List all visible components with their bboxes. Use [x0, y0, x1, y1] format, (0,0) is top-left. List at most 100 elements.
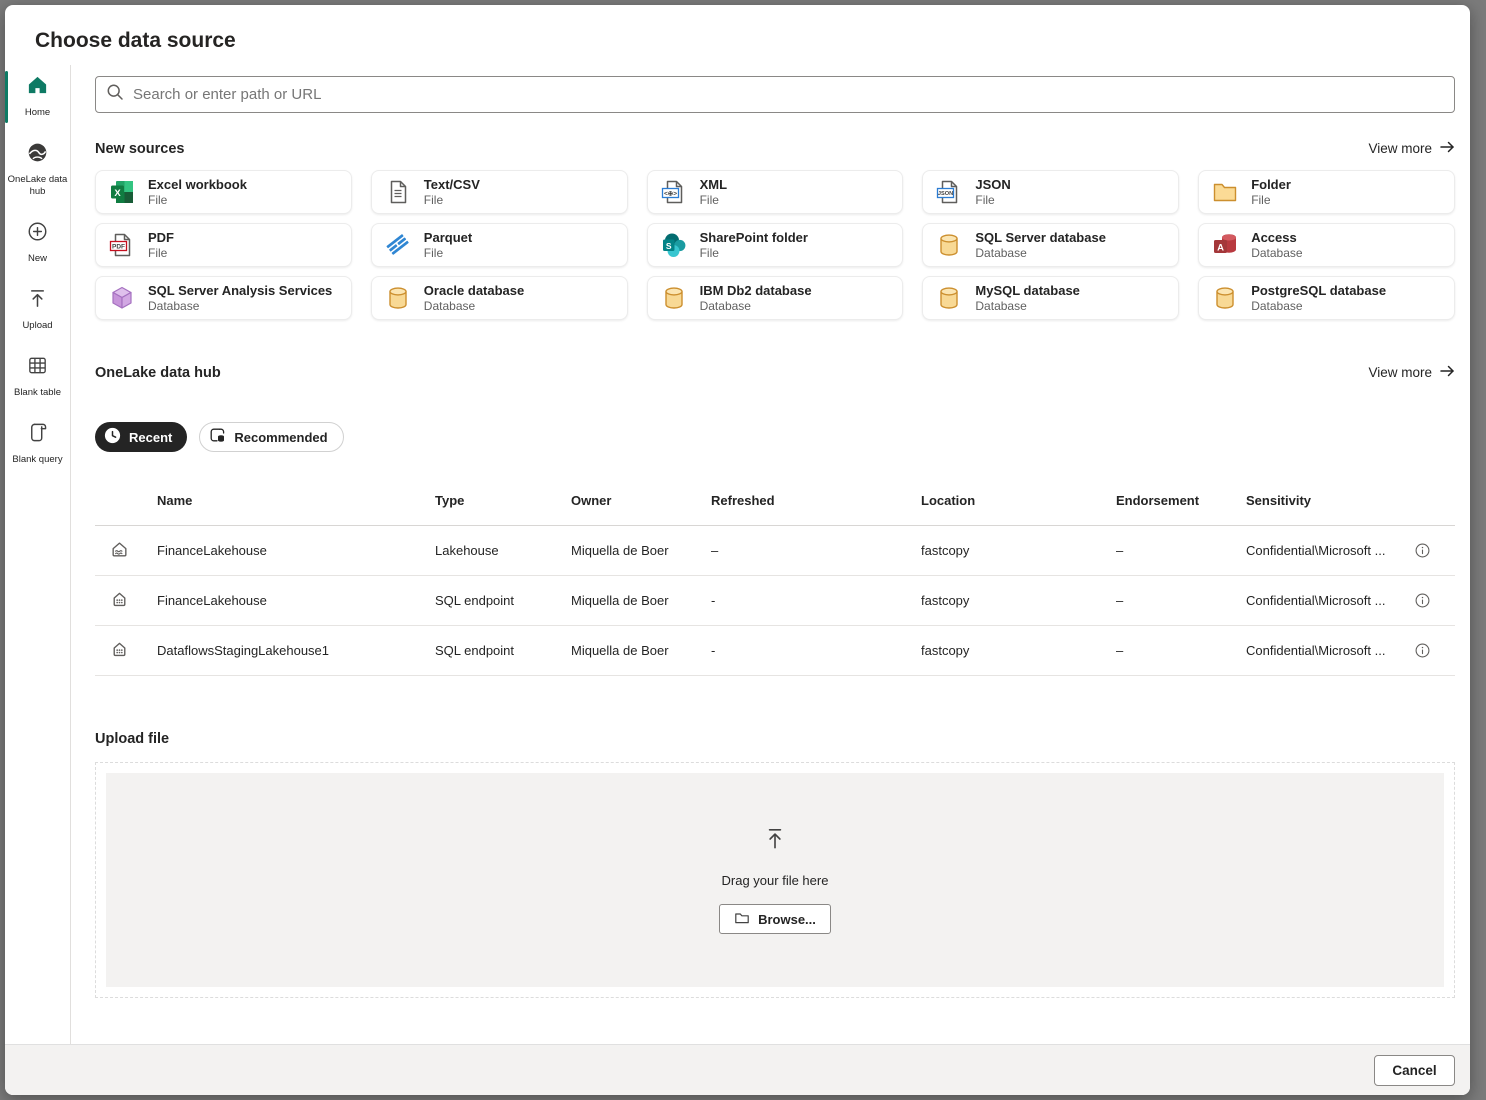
column-header-sensitivity: Sensitivity [1246, 492, 1312, 508]
upload-file-title: Upload file [95, 731, 170, 747]
svg-text:A: A [1217, 242, 1224, 253]
tile-ibm-db2-database[interactable]: IBM Db2 database Database [646, 276, 904, 320]
cell-type: Lakehouse [435, 543, 499, 558]
cell-location: fastcopy [921, 543, 970, 558]
tile-access[interactable]: A Access Database [1198, 223, 1455, 267]
cell-location: fastcopy [921, 643, 970, 658]
sidebar: Home OneLake data hub New Upload Blank t… [5, 65, 71, 1044]
tile-json[interactable]: JSON JSON File [922, 170, 1180, 214]
info-icon[interactable] [1415, 643, 1430, 658]
cell-owner: Miquella de Boer [571, 643, 669, 658]
database-cylinder-icon [661, 285, 687, 311]
tile-parquet[interactable]: Parquet File [370, 223, 628, 267]
cell-type: SQL endpoint [435, 643, 515, 658]
tile-xml[interactable]: <⊕> XML File [646, 170, 904, 214]
lakehouse-icon [110, 540, 129, 562]
access-icon: A [1212, 232, 1238, 258]
cancel-button[interactable]: Cancel [1374, 1055, 1455, 1086]
tile-text-csv[interactable]: Text/CSV File [370, 170, 628, 214]
svg-text:X: X [114, 188, 121, 199]
table-row[interactable]: DataflowsStagingLakehouse1 SQL endpoint … [95, 626, 1455, 676]
filter-recent-button[interactable]: Recent [95, 422, 188, 452]
info-icon[interactable] [1415, 543, 1430, 558]
json-icon: JSON [936, 179, 962, 205]
tile-folder[interactable]: Folder File [1198, 170, 1455, 214]
upload-dropzone[interactable]: Drag your file here Browse... [95, 762, 1455, 998]
tile-postgresql-database[interactable]: PostgreSQL database Database [1198, 276, 1455, 320]
new-sources-view-more-link[interactable]: View more [1368, 139, 1455, 158]
plus-circle-icon [26, 220, 49, 248]
sidebar-item-blank-table[interactable]: Blank table [5, 345, 70, 409]
tile-sharepoint-folder[interactable]: S SharePoint folder File [646, 223, 904, 267]
upload-arrow-icon [762, 826, 788, 857]
clock-icon [104, 427, 121, 447]
tile-sql-server-analysis-services[interactable]: SQL Server Analysis Services Database [95, 276, 352, 320]
onelake-icon [26, 141, 49, 169]
cell-owner: Miquella de Boer [571, 543, 669, 558]
sql-endpoint-icon [110, 640, 129, 662]
browse-button[interactable]: Browse... [719, 904, 831, 934]
svg-text:PDF: PDF [112, 243, 125, 250]
main-content: New sources View more X [95, 5, 1455, 1095]
info-icon[interactable] [1415, 593, 1430, 608]
column-header-owner: Owner [571, 492, 612, 508]
table-header-row: Name Type Owner Refreshed Location Endor… [95, 475, 1455, 526]
upload-dropzone-inner: Drag your file here Browse... [106, 773, 1444, 987]
new-sources-header: New sources View more [95, 139, 1455, 158]
sharepoint-icon: S [661, 232, 687, 258]
sidebar-item-blank-query[interactable]: Blank query [5, 412, 70, 476]
database-cylinder-icon [936, 285, 962, 311]
new-sources-title: New sources [95, 140, 185, 157]
cell-name: FinanceLakehouse [157, 593, 267, 608]
onelake-title: OneLake data hub [95, 364, 221, 381]
arrow-right-icon [1439, 363, 1455, 382]
recommended-icon [209, 427, 226, 447]
tile-excel-workbook[interactable]: X Excel workbook File [95, 170, 352, 214]
cell-sensitivity: Confidential\Microsoft ... [1246, 543, 1455, 558]
scroll-icon [26, 421, 49, 449]
cell-type: SQL endpoint [435, 593, 515, 608]
cell-endorsement: – [1116, 543, 1124, 558]
pdf-icon: PDF [109, 232, 135, 258]
cell-endorsement: – [1116, 643, 1124, 658]
cell-refreshed: - [711, 643, 716, 658]
table-row[interactable]: FinanceLakehouse Lakehouse Miquella de B… [95, 526, 1455, 576]
tile-oracle-database[interactable]: Oracle database Database [370, 276, 628, 320]
onelake-header: OneLake data hub View more [95, 363, 1455, 382]
sidebar-item-upload[interactable]: Upload [5, 278, 70, 342]
column-header-endorsement: Endorsement [1116, 492, 1200, 508]
column-header-type: Type [435, 492, 465, 508]
dialog-footer: Cancel [5, 1044, 1470, 1095]
tile-pdf[interactable]: PDF PDF File [95, 223, 352, 267]
cell-name: FinanceLakehouse [157, 543, 267, 558]
table-grid-icon [26, 354, 49, 382]
onelake-filter-pills: Recent Recommended [95, 422, 344, 452]
cell-name: DataflowsStagingLakehouse1 [157, 643, 330, 658]
home-icon [26, 74, 49, 102]
cell-owner: Miquella de Boer [571, 593, 669, 608]
table-row[interactable]: FinanceLakehouse SQL endpoint Miquella d… [95, 576, 1455, 626]
tile-sql-server-database[interactable]: SQL Server database Database [922, 223, 1180, 267]
sidebar-item-onelake-data-hub[interactable]: OneLake data hub [5, 132, 70, 208]
tile-mysql-database[interactable]: MySQL database Database [922, 276, 1180, 320]
text-csv-icon [385, 179, 411, 205]
sidebar-item-new[interactable]: New [5, 211, 70, 275]
xml-icon: <⊕> [661, 179, 687, 205]
arrow-right-icon [1439, 139, 1455, 158]
database-cylinder-icon [385, 285, 411, 311]
sidebar-item-home[interactable]: Home [5, 65, 70, 129]
onelake-table: Name Type Owner Refreshed Location Endor… [95, 475, 1455, 676]
search-icon [106, 83, 124, 106]
sql-endpoint-icon [110, 590, 129, 612]
parquet-icon [385, 232, 411, 258]
folder-icon [1212, 179, 1238, 205]
search-box [95, 76, 1455, 113]
filter-recommended-button[interactable]: Recommended [199, 422, 344, 452]
database-cylinder-icon [1212, 285, 1238, 311]
onelake-view-more-link[interactable]: View more [1368, 363, 1455, 382]
search-input[interactable] [133, 86, 1444, 103]
cell-location: fastcopy [921, 593, 970, 608]
choose-data-source-dialog: Choose data source Home OneLake data hub [5, 5, 1470, 1095]
svg-text:<⊕>: <⊕> [664, 190, 677, 197]
cell-refreshed: - [711, 593, 716, 608]
